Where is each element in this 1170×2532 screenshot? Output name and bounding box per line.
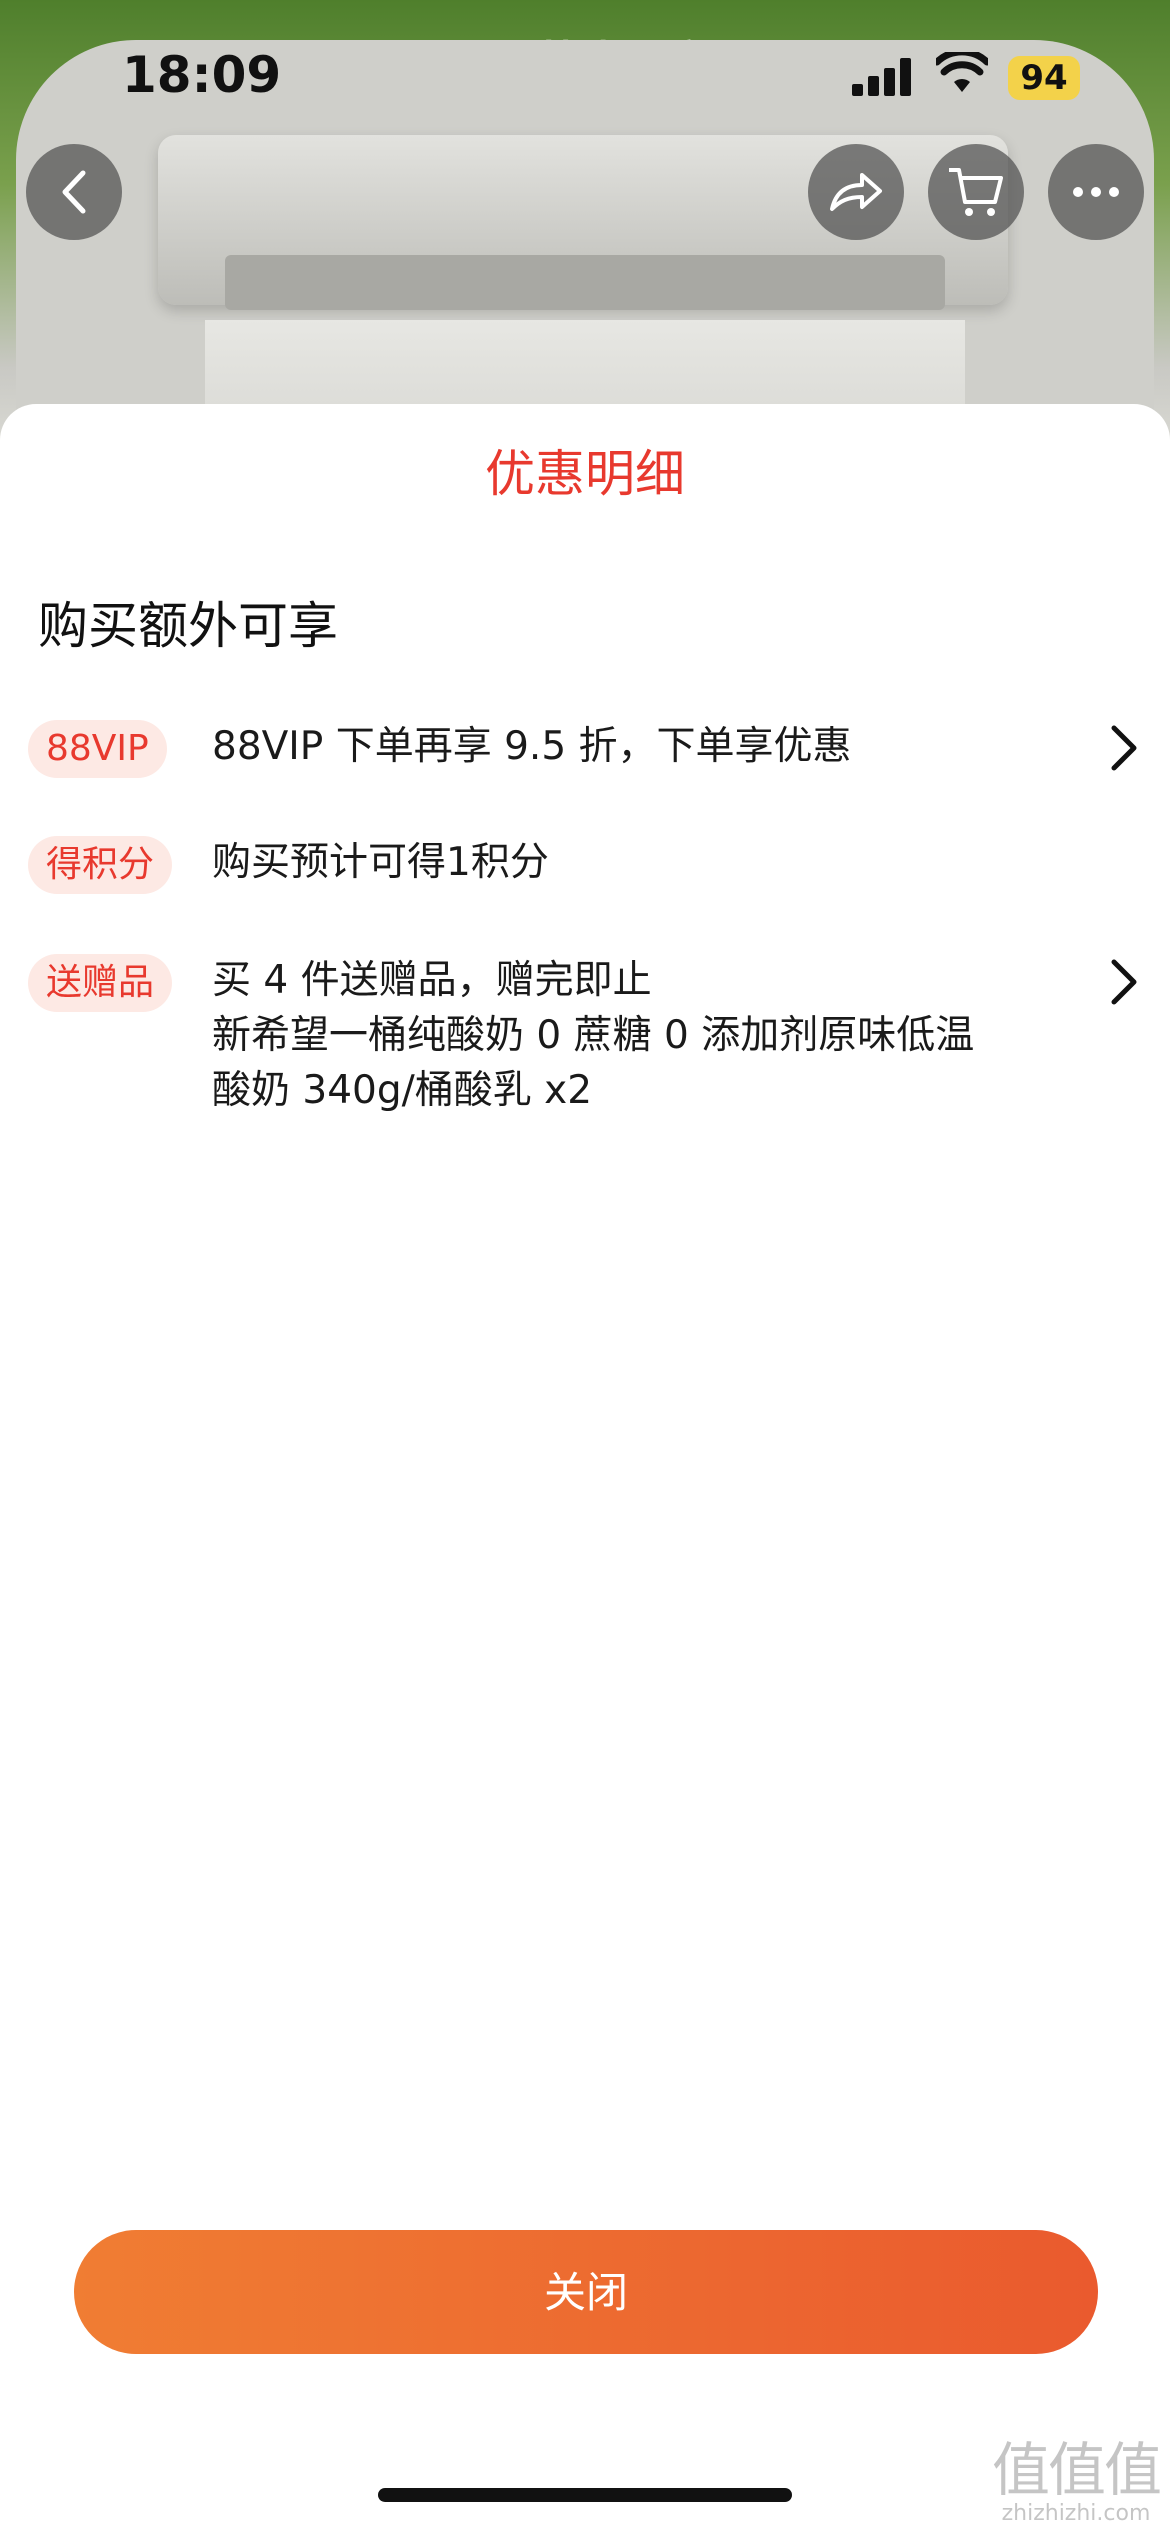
back-button[interactable] (26, 144, 122, 240)
share-icon (830, 173, 882, 211)
share-button[interactable] (808, 144, 904, 240)
home-indicator[interactable] (378, 2488, 792, 2502)
benefit-tag: 送赠品 (28, 954, 173, 1012)
benefit-text: 购买预计可得1积分 (212, 840, 549, 885)
battery-icon: 94 (1008, 56, 1080, 100)
gift-product-line: 新希望一桶纯酸奶 0 蔗糖 0 添加剂原味低温 (212, 1013, 975, 1058)
status-time: 18:09 (122, 46, 282, 104)
chevron-right-icon (1111, 725, 1137, 771)
sheet-title: 优惠明细 (485, 445, 685, 503)
more-button[interactable] (1048, 144, 1144, 240)
benefit-row-points: 得积分 购买预计可得1积分 (0, 826, 1170, 906)
benefit-row-gift[interactable]: 送赠品 买 4 件送赠品，赠完即止 新希望一桶纯酸奶 0 蔗糖 0 添加剂原味低… (0, 944, 1170, 1124)
benefit-tag: 88VIP (28, 720, 167, 778)
chevron-right-icon (1111, 959, 1137, 1005)
chevron-left-icon (62, 170, 86, 214)
close-button[interactable]: 关闭 (74, 2230, 1098, 2354)
wifi-icon (936, 52, 988, 92)
cart-button[interactable] (928, 144, 1024, 240)
cart-icon (949, 168, 1003, 216)
watermark-text: zhizhizhi.com (1001, 2501, 1151, 2526)
watermark-logo: 值值值 (991, 2436, 1162, 2504)
section-heading: 购买额外可享 (38, 597, 338, 655)
benefit-tag: 得积分 (28, 836, 173, 894)
benefit-text: 88VIP 下单再享 9.5 折，下单享优惠 (212, 724, 852, 769)
gift-product-line: 酸奶 340g/桶酸乳 x2 (212, 1068, 593, 1113)
benefit-row-88vip[interactable]: 88VIP 88VIP 下单再享 9.5 折，下单享优惠 (0, 710, 1170, 790)
cellular-signal-icon (852, 58, 916, 96)
more-dots-icon (1073, 187, 1119, 197)
product-band (225, 255, 945, 310)
benefit-text: 买 4 件送赠品，赠完即止 (212, 958, 652, 1003)
watermark: 值值值 zhizhizhi.com (991, 2436, 1162, 2526)
discount-detail-sheet: 优惠明细 购买额外可享 88VIP 88VIP 下单再享 9.5 折，下单享优惠… (0, 404, 1170, 2532)
